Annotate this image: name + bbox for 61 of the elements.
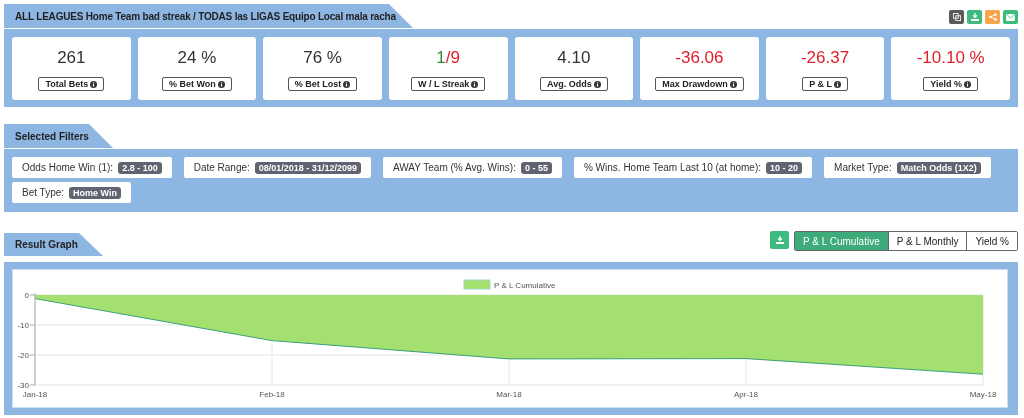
stat-label: Avg. Odds [539,77,608,91]
filter-label: Date Range: [193,162,250,173]
stat-label: % Bet Lost [287,77,358,91]
stat-value: 1/9 [436,48,460,68]
section-title: ALL LEAGUES Home Team bad streak / TODAS las LIGAS Equipo Local mala racha [15,10,396,22]
stat-label: Total Bets [38,77,105,91]
legend-swatch [463,279,491,290]
filter-value: Match Odds (1X2) [896,161,981,174]
filter-value: Home Win [69,186,121,199]
download-button[interactable] [770,231,790,249]
y-tick-label: -20 [17,351,29,360]
download-button[interactable] [967,10,982,24]
x-tick-label: Mar-18 [496,390,522,399]
filter-value: 08/01/2018 - 31/12/2099 [254,161,361,174]
info-icon [593,80,601,88]
stat-label: Max Drawdown [655,77,744,91]
stat-value: -10.10 % [916,48,985,68]
stat-label: Yield % [923,77,979,91]
stat-value: 76 % [303,48,342,68]
y-tick-label: 0 [24,291,29,300]
info-icon [834,80,841,88]
filter-label: AWAY Team (% Avg. Wins): [392,162,516,173]
download-icon [775,236,784,244]
filter-label: Odds Home Win (1): [22,162,114,173]
stat-label: P & L [802,77,848,91]
share-button[interactable] [985,10,1000,24]
filter-label: Bet Type: [22,187,65,198]
x-tick-label: May-18 [969,390,997,399]
chart-tab[interactable]: Yield % [966,232,1017,250]
info-icon [217,80,225,88]
info-icon [729,80,737,88]
section-title: Selected Filters [15,130,89,142]
filter-value: 0 - 55 [520,161,552,174]
stat-value: 261 [57,48,86,68]
email-button[interactable] [1003,10,1018,24]
copy-button[interactable] [949,10,964,24]
stat-value: 24 % [177,48,217,68]
stat-value: 4.10 [557,48,591,68]
x-tick-label: Feb-18 [259,390,285,399]
x-tick-label: Apr-18 [734,390,758,399]
stat-value: -26.37 [800,48,850,68]
y-tick-label: -30 [17,381,29,390]
stat-value: -36.06 [675,48,724,68]
filter-label: % Wins. Home Team Last 10 (at home): [583,162,762,173]
copy-icon [952,13,961,21]
x-tick-label: Jan-18 [22,390,48,399]
info-icon [964,80,972,88]
filter-value: 2.8 - 100 [118,161,162,174]
info-icon [343,80,351,88]
filter-value: 10 - 20 [766,161,803,174]
info-icon [90,80,98,88]
envelope-icon [1006,13,1015,21]
section-title: Result Graph [15,239,78,250]
filter-label: Market Type: [834,162,892,173]
legend-label: P & L Cumulative [494,281,556,290]
stat-label: % Bet Won [162,77,232,91]
download-icon [970,13,979,21]
info-icon [471,80,479,88]
y-tick-label: -10 [17,321,29,330]
stat-label: W / L Streak [411,77,486,91]
share-icon [988,13,997,21]
